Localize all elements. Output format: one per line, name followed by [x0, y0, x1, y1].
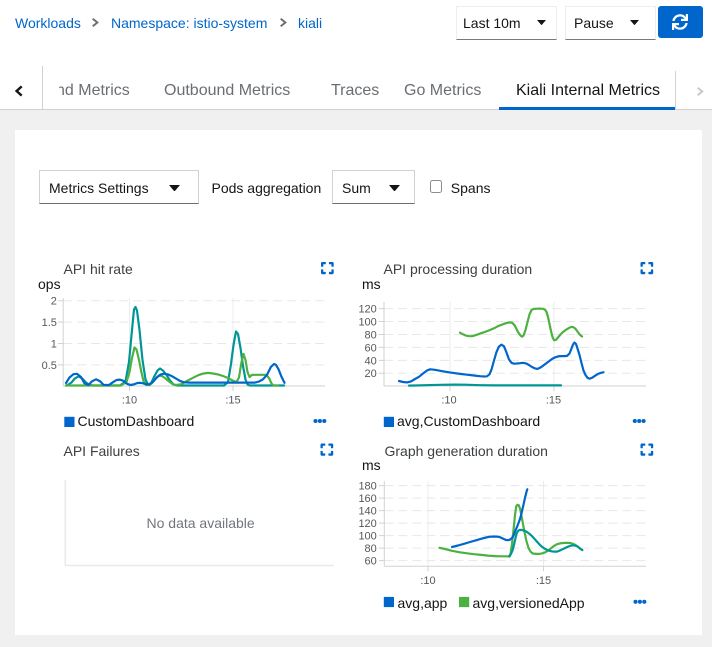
svg-text:60: 60: [365, 342, 377, 354]
svg-text:180: 180: [358, 481, 376, 493]
svg-text:80: 80: [365, 543, 377, 555]
svg-text:120: 120: [358, 518, 376, 530]
svg-text:100: 100: [358, 316, 376, 328]
svg-text:20: 20: [365, 368, 377, 380]
svg-text::10: :10: [441, 395, 456, 407]
svg-text:100: 100: [358, 531, 376, 543]
svg-text:160: 160: [358, 493, 376, 505]
svg-text:120: 120: [358, 304, 376, 316]
svg-text:80: 80: [365, 329, 377, 341]
svg-text:60: 60: [365, 556, 377, 568]
svg-text:40: 40: [365, 355, 377, 367]
svg-text:1.5: 1.5: [42, 317, 57, 329]
svg-text::10: :10: [122, 395, 137, 407]
svg-text::15: :15: [225, 395, 240, 407]
svg-text:140: 140: [358, 506, 376, 518]
svg-text:1: 1: [51, 338, 57, 350]
svg-text:2: 2: [51, 296, 57, 308]
svg-text::15: :15: [546, 395, 561, 407]
svg-text::10: :10: [420, 575, 435, 587]
svg-text:0.5: 0.5: [42, 360, 57, 372]
svg-text::15: :15: [536, 575, 551, 587]
